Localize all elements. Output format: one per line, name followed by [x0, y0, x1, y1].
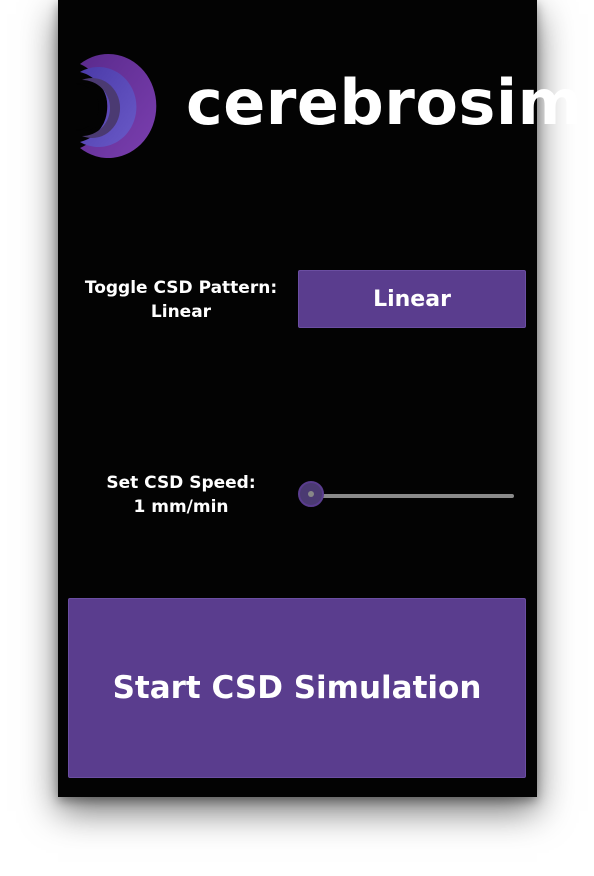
pattern-label: Toggle CSD Pattern: Linear: [76, 276, 286, 324]
speed-label: Set CSD Speed: 1 mm/min: [76, 471, 286, 519]
speed-label-value: 1 mm/min: [133, 497, 229, 517]
logo-text: cerebrosim: [186, 66, 583, 139]
pattern-label-value: Linear: [150, 302, 212, 322]
app-screen: cerebrosim Toggle CSD Pattern: Linear Li…: [58, 0, 582, 797]
speed-slider[interactable]: [298, 480, 514, 512]
speed-slider-track[interactable]: [312, 494, 514, 498]
speed-slider-thumb[interactable]: [298, 481, 324, 507]
pattern-label-title: Toggle CSD Pattern:: [84, 278, 278, 298]
speed-label-title: Set CSD Speed:: [106, 473, 256, 493]
logo-mark-icon: [76, 54, 157, 158]
start-simulation-button[interactable]: Start CSD Simulation: [68, 598, 526, 778]
toggle-pattern-button[interactable]: Linear: [298, 270, 526, 328]
logo: cerebrosim: [66, 50, 582, 160]
